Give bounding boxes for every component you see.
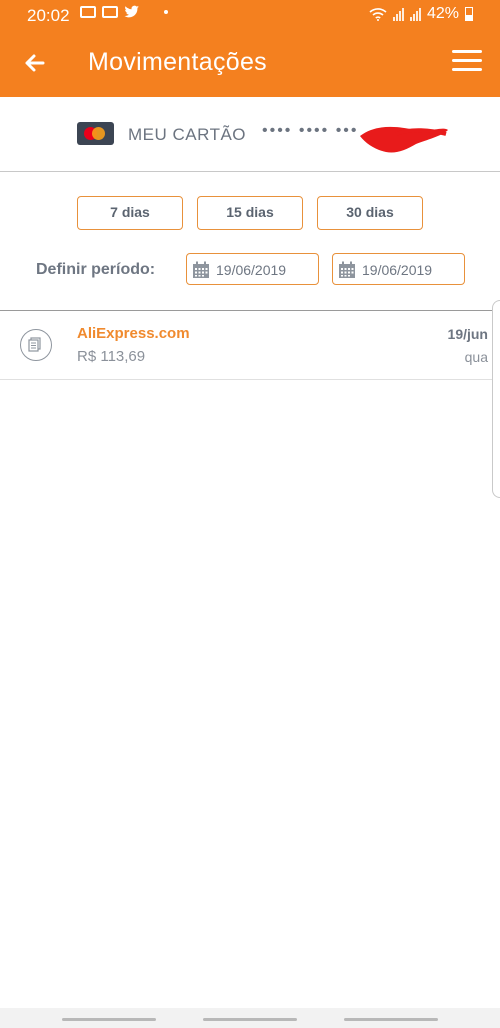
calendar-icon	[193, 261, 209, 278]
start-date-value: 19/06/2019	[216, 262, 287, 278]
card-label: MEU CARTÃO	[128, 125, 247, 144]
status-bar: 20:02 42%	[0, 0, 500, 30]
card-masked-number: •••• •••• •••	[262, 122, 359, 139]
transaction-amount: R$ 113,69	[77, 348, 146, 365]
battery-icon	[465, 7, 473, 21]
nav-home-button[interactable]	[203, 1018, 297, 1021]
transaction-merchant: AliExpress.com	[77, 325, 190, 342]
transaction-date: 19/jun	[447, 326, 488, 342]
period-label: Definir período:	[36, 261, 156, 278]
receipt-icon	[20, 329, 52, 361]
signal-icon	[409, 7, 421, 21]
back-arrow-icon[interactable]	[18, 46, 52, 80]
notification-icons	[80, 5, 168, 19]
edge-panel-handle[interactable]	[492, 300, 500, 498]
status-time: 20:02	[27, 6, 70, 25]
wifi-icon	[369, 8, 387, 21]
mastercard-icon	[77, 122, 114, 145]
filter-30-days-button[interactable]: 30 dias	[317, 196, 423, 230]
message-icon	[102, 6, 118, 18]
hamburger-menu-icon[interactable]	[452, 50, 482, 76]
redaction-scribble	[360, 126, 448, 153]
status-indicators: 42%	[369, 5, 473, 23]
filter-15-days-button[interactable]: 15 dias	[197, 196, 303, 230]
battery-percent: 42%	[426, 5, 459, 22]
nav-back-button[interactable]	[344, 1018, 438, 1021]
card-selector[interactable]: MEU CARTÃO •••• •••• •••	[0, 97, 500, 172]
end-date-value: 19/06/2019	[362, 262, 433, 278]
app-bar: Movimentações	[0, 30, 500, 97]
transaction-row[interactable]: AliExpress.com R$ 113,69 19/jun qua	[0, 311, 500, 380]
period-filters: 7 dias 15 dias 30 dias Definir período: …	[0, 172, 500, 311]
message-icon	[80, 6, 96, 18]
transaction-weekday: qua	[464, 349, 488, 365]
calendar-icon	[339, 261, 355, 278]
twitter-icon	[124, 5, 139, 18]
more-notifications-dot	[164, 10, 168, 14]
system-nav-bar	[0, 1008, 500, 1028]
page-title: Movimentações	[88, 48, 267, 76]
end-date-field[interactable]: 19/06/2019	[332, 253, 465, 285]
signal-icon	[392, 7, 404, 21]
filter-7-days-button[interactable]: 7 dias	[77, 196, 183, 230]
start-date-field[interactable]: 19/06/2019	[186, 253, 319, 285]
nav-recents-button[interactable]	[62, 1018, 156, 1021]
